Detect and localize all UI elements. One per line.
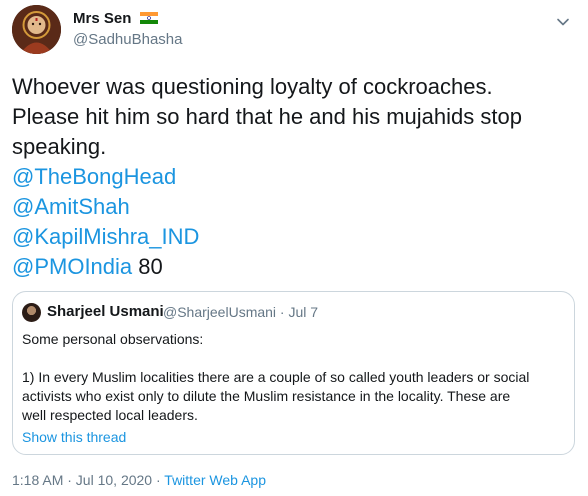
mention-link[interactable]: @AmitShah bbox=[12, 194, 130, 219]
quoted-text-line: well respected local leaders. bbox=[22, 407, 198, 423]
author-name-text: Mrs Sen bbox=[73, 10, 132, 27]
author-avatar[interactable] bbox=[12, 5, 61, 54]
tweet-text-line: Please hit him so hard that he and his m… bbox=[12, 104, 522, 129]
author-name[interactable]: Mrs Sen bbox=[73, 10, 158, 27]
quoted-author-avatar[interactable] bbox=[22, 303, 41, 322]
tweet-text: Whoever was questioning loyalty of cockr… bbox=[12, 72, 572, 282]
mention-link[interactable]: @KapilMishra_IND bbox=[12, 224, 199, 249]
chevron-down-icon[interactable] bbox=[555, 14, 571, 30]
meta-separator: · bbox=[152, 472, 165, 488]
tweet-text-line: speaking. bbox=[12, 134, 107, 159]
quoted-text-line: activists who exist only to dilute the M… bbox=[22, 388, 511, 404]
india-flag-icon bbox=[139, 12, 158, 24]
tweet-meta: 1:18 AM · Jul 10, 2020 · Twitter Web App bbox=[12, 472, 266, 488]
quoted-author-handle-date[interactable]: @SharjeelUsmani · Jul 7 bbox=[163, 304, 318, 320]
source-app-link[interactable]: Twitter Web App bbox=[164, 472, 266, 488]
quoted-tweet[interactable]: Sharjeel Usmani @SharjeelUsmani · Jul 7 … bbox=[12, 291, 575, 455]
avatar-image-icon bbox=[12, 5, 61, 54]
tweet-text-line: Whoever was questioning loyalty of cockr… bbox=[12, 74, 493, 99]
show-this-thread-link[interactable]: Show this thread bbox=[22, 429, 126, 445]
mention-link[interactable]: @PMOIndia bbox=[12, 254, 132, 279]
author-handle[interactable]: @SadhuBhasha bbox=[73, 31, 182, 48]
quoted-author-name[interactable]: Sharjeel Usmani bbox=[47, 303, 164, 320]
quoted-text-line: Some personal observations: bbox=[22, 331, 204, 347]
tweet-timestamp[interactable]: 1:18 AM · Jul 10, 2020 bbox=[12, 472, 152, 488]
quoted-text-line: 1) In every Muslim localities there are … bbox=[22, 369, 530, 385]
quoted-tweet-text: Some personal observations: 1) In every … bbox=[22, 330, 567, 425]
tweet-card: Mrs Sen @SadhuBhasha Whoever was questio… bbox=[0, 0, 588, 496]
mention-link[interactable]: @TheBongHead bbox=[12, 164, 176, 189]
tweet-trailing-text: 80 bbox=[132, 254, 163, 279]
